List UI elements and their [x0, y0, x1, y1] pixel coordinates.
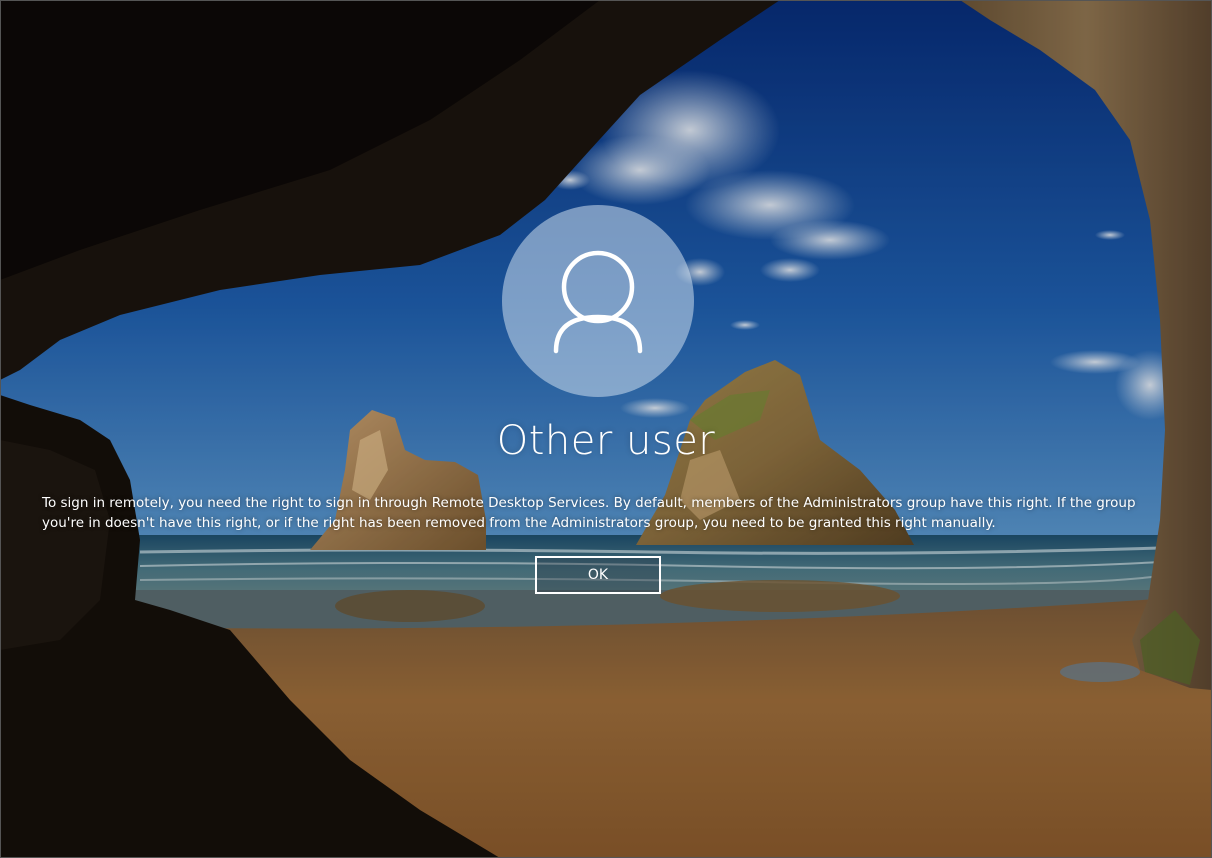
- user-avatar: [502, 205, 694, 397]
- remote-signin-error-message: To sign in remotely, you need the right …: [42, 495, 1136, 531]
- lock-screen: Other user To sign in remotely, you need…: [0, 0, 1212, 858]
- user-silhouette-icon: [553, 250, 643, 354]
- username-label: Other user: [496, 418, 716, 464]
- ok-button[interactable]: OK: [535, 556, 661, 594]
